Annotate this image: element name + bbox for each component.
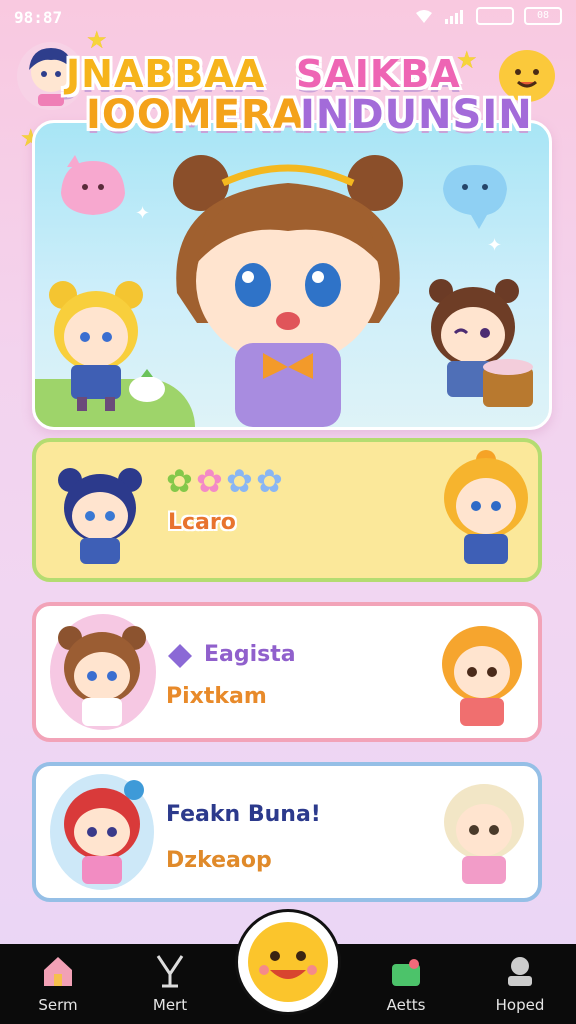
title-line2-left: IOOMERA xyxy=(86,92,305,138)
hero-banner: ✦ ✦ xyxy=(32,120,552,430)
bag-icon xyxy=(392,959,420,986)
nav-item-trident[interactable]: Mert xyxy=(120,944,220,1024)
svg-text:✿: ✿ xyxy=(226,462,253,500)
orange-hair-character xyxy=(444,450,528,564)
title-line1-left: JNABBAA xyxy=(66,52,266,96)
red-hair-character xyxy=(64,780,144,884)
ginger-character xyxy=(442,626,522,726)
battery-icon xyxy=(476,7,514,25)
pink-ghost-icon xyxy=(61,155,125,215)
nav-label-bag: Aetts xyxy=(386,996,426,1014)
home-icon xyxy=(44,957,72,986)
card1-label: Lcaro xyxy=(168,510,236,535)
nav-item-profile[interactable]: Hoped xyxy=(470,944,570,1024)
platinum-hair-character xyxy=(444,784,524,884)
profile-icon xyxy=(508,957,532,986)
main-character xyxy=(173,155,403,427)
status-icons: 08 xyxy=(414,7,562,25)
nav-label-home: Serm xyxy=(38,996,78,1014)
sparkle-icon: ✦ xyxy=(487,235,503,256)
rice-ball-icon xyxy=(129,369,165,402)
stars-rating-icon: ✿ ✿ ✿ ✿ xyxy=(166,462,283,500)
smiley-face-icon xyxy=(248,922,328,1002)
blue-ghost-icon xyxy=(443,165,507,229)
nav-item-bag[interactable]: Aetts xyxy=(356,944,456,1024)
menu-card-2[interactable]: Eagista Pixtkam xyxy=(32,602,542,742)
card2-subtitle: Pixtkam xyxy=(166,684,267,709)
star-icon: ★ xyxy=(86,26,108,54)
brown-bear-ear-character xyxy=(58,626,146,726)
sparkle-icon: ✦ xyxy=(135,203,151,224)
nav-item-home[interactable]: Serm xyxy=(8,944,108,1024)
title-line1-right: SAIKBA xyxy=(296,52,461,96)
title-line2-right: INDUNSIN xyxy=(300,92,533,138)
trident-icon xyxy=(156,955,184,988)
signal-icon xyxy=(445,10,463,24)
svg-text:✿: ✿ xyxy=(256,462,283,500)
center-action-button[interactable] xyxy=(238,912,338,1012)
nav-label-profile: Hoped xyxy=(495,996,545,1014)
card2-title: Eagista xyxy=(204,642,296,667)
card3-subtitle: Dzkeaop xyxy=(166,848,272,873)
menu-card-1[interactable]: ✿ ✿ ✿ ✿ Lcaro xyxy=(32,438,542,582)
status-time: 98:87 xyxy=(14,8,63,27)
svg-text:✿: ✿ xyxy=(166,462,193,500)
brown-hair-character xyxy=(429,279,533,407)
nav-label-trident: Mert xyxy=(152,996,188,1014)
gem-icon xyxy=(168,644,192,668)
navy-hair-character xyxy=(58,468,142,564)
card3-title: Feakn Buna! xyxy=(166,802,321,827)
battery-percent: 08 xyxy=(524,7,562,25)
svg-text:✿: ✿ xyxy=(196,462,223,500)
menu-card-3[interactable]: Feakn Buna! Dzkeaop xyxy=(32,762,542,902)
wifi-icon xyxy=(416,10,432,23)
